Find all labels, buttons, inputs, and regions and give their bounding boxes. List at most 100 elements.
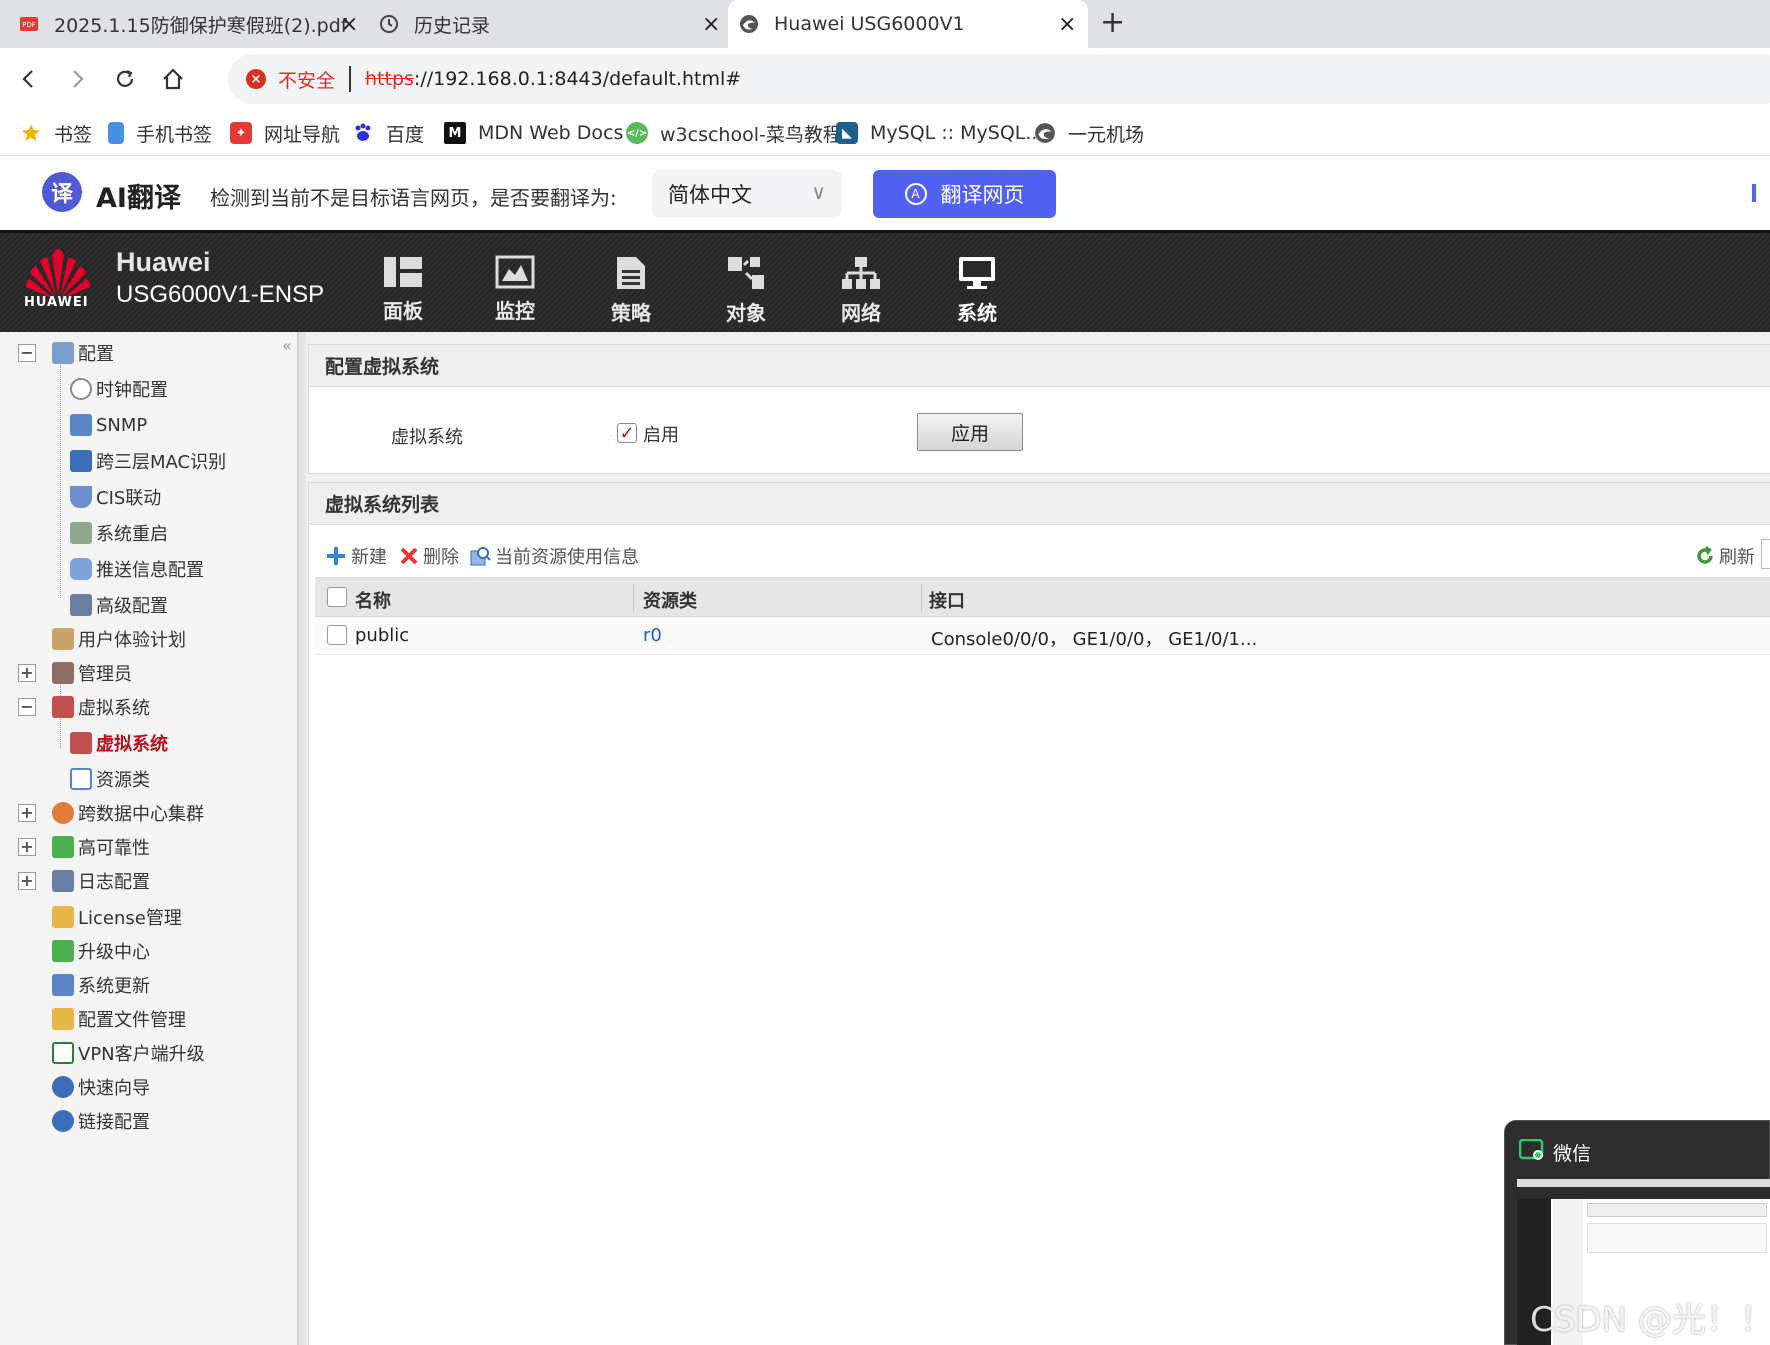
wizard-icon: [52, 1076, 74, 1098]
sidebar-item-ha[interactable]: + 高可靠性: [0, 832, 150, 862]
csdn-watermark: CSDN @光！！: [1530, 1300, 1770, 1340]
bookmark-item[interactable]: </> w3cschool-菜鸟教程: [626, 118, 842, 148]
vsys-table: 名称 资源类 接口 public r0 Console0/0/0， GE1/0/…: [315, 577, 1770, 655]
nav-policy[interactable]: 策略: [596, 255, 666, 329]
sidebar-item-config[interactable]: − 配置: [0, 338, 114, 368]
bookmark-item[interactable]: 手机书签: [108, 118, 212, 148]
expand-toggle[interactable]: +: [18, 838, 36, 856]
collapse-toggle[interactable]: −: [18, 698, 36, 716]
sidebar-item-vpn[interactable]: VPN客户端升级: [52, 1038, 205, 1068]
column-header-resource[interactable]: 资源类: [643, 587, 697, 613]
apply-button[interactable]: 应用: [917, 413, 1023, 451]
page-size-control[interactable]: [1761, 539, 1770, 569]
select-all-checkbox[interactable]: [327, 587, 347, 607]
address-bar[interactable]: × 不安全 https ://192.168.0.1:8443/default.…: [228, 54, 1770, 104]
language-select[interactable]: 简体中文 ∨: [652, 170, 842, 218]
enable-checkbox[interactable]: ✓: [617, 423, 637, 444]
collapse-toggle[interactable]: −: [18, 344, 36, 362]
edge-icon: [1034, 122, 1056, 144]
insecure-label[interactable]: 不安全: [278, 66, 335, 93]
sidebar-item-label: 推送信息配置: [96, 560, 204, 581]
cell-resource-link[interactable]: r0: [643, 625, 662, 646]
expand-toggle[interactable]: +: [18, 664, 36, 682]
sidebar-item-label: 时钟配置: [96, 380, 168, 401]
home-button[interactable]: [154, 60, 192, 98]
bookmark-item[interactable]: 书签: [20, 118, 92, 148]
delete-button[interactable]: 删除: [399, 543, 459, 569]
add-icon: [325, 545, 347, 567]
sidebar-item-update[interactable]: 系统更新: [52, 970, 150, 1000]
nav-object[interactable]: 对象: [711, 255, 781, 329]
refresh-button[interactable]: 刷新: [1695, 543, 1755, 569]
column-header-name[interactable]: 名称: [355, 587, 391, 613]
back-button[interactable]: [10, 60, 48, 98]
new-label: 新建: [351, 547, 387, 568]
nav-dashboard[interactable]: 面板: [368, 255, 438, 329]
sidebar-item-restart[interactable]: 系统重启: [70, 518, 168, 548]
sidebar-item-cluster[interactable]: + 跨数据中心集群: [0, 798, 204, 828]
sidebar-item-mac[interactable]: 跨三层MAC识别: [70, 446, 226, 476]
expand-toggle[interactable]: +: [18, 804, 36, 822]
link-icon: [52, 1110, 74, 1132]
nav-system[interactable]: 系统: [942, 255, 1012, 329]
ha-icon: [52, 836, 74, 858]
nav-network[interactable]: 网络: [826, 255, 896, 329]
sidebar-item-label: 高可靠性: [78, 838, 150, 859]
tab-huawei[interactable]: Huawei USG6000V1 ×: [728, 0, 1088, 48]
close-icon[interactable]: ×: [340, 12, 358, 37]
arrow-left-icon: [22, 70, 33, 88]
bookmark-item[interactable]: ◣ MySQL :: MySQL...: [836, 118, 1043, 148]
sidebar-item-log[interactable]: + 日志配置: [0, 866, 150, 896]
column-header-interface[interactable]: 接口: [929, 587, 965, 613]
sidebar-item-upgrade[interactable]: 升级中心: [52, 936, 150, 966]
monitor-icon: [70, 450, 92, 472]
sidebar-item-vsys[interactable]: 虚拟系统: [70, 728, 168, 758]
bookmark-item[interactable]: ✦ 网址导航: [230, 118, 340, 148]
sidebar-item-link[interactable]: 链接配置: [52, 1106, 150, 1136]
table-row[interactable]: public r0 Console0/0/0， GE1/0/0， GE1/0/1…: [315, 617, 1770, 655]
url-text: ://192.168.0.1:8443/default.html#: [413, 68, 742, 90]
shield-icon: [70, 486, 92, 508]
nav-monitor[interactable]: 监控: [480, 255, 550, 329]
sidebar-item-config-file[interactable]: 配置文件管理: [52, 1004, 186, 1034]
reload-button[interactable]: [106, 60, 144, 98]
collapse-sidebar-icon[interactable]: «: [282, 336, 292, 355]
sidebar-item-push[interactable]: 推送信息配置: [70, 554, 204, 584]
sidebar-item-vsys-group[interactable]: − 虚拟系统: [0, 692, 150, 722]
new-tab-button[interactable]: +: [1100, 8, 1125, 38]
bookmark-item[interactable]: 百度: [352, 118, 424, 148]
translate-page-button[interactable]: A 翻译网页: [873, 170, 1056, 218]
user-plan-icon: [52, 628, 74, 650]
sidebar-item-admin[interactable]: + 管理员: [0, 658, 132, 688]
bookmark-item[interactable]: M MDN Web Docs: [444, 118, 623, 148]
bookmark-label: MySQL :: MySQL...: [870, 122, 1044, 144]
update-icon: [52, 974, 74, 996]
column-separator[interactable]: [633, 584, 634, 612]
usage-button[interactable]: 当前资源使用信息: [469, 543, 639, 569]
sidebar-item-label: 链接配置: [78, 1112, 150, 1133]
sidebar-item-resource[interactable]: 资源类: [70, 764, 150, 794]
phone-icon: [108, 122, 124, 144]
monitor-icon: [495, 255, 535, 289]
close-icon[interactable]: ×: [1058, 12, 1076, 37]
sidebar-item-label: 日志配置: [78, 872, 150, 893]
column-separator[interactable]: [921, 584, 922, 612]
sidebar-item-clock[interactable]: 时钟配置: [70, 374, 168, 404]
sidebar-item-ux[interactable]: 用户体验计划: [52, 624, 186, 654]
sidebar-item-advanced[interactable]: 高级配置: [70, 590, 168, 620]
row-checkbox[interactable]: [327, 625, 347, 645]
close-icon[interactable]: ×: [702, 12, 720, 37]
expand-toggle[interactable]: +: [18, 872, 36, 890]
tab-pdf[interactable]: PDF 2025.1.15防御保护寒假班(2).pdf ×: [18, 0, 368, 48]
sidebar-item-wizard[interactable]: 快速向导: [52, 1072, 150, 1102]
sidebar-item-snmp[interactable]: SNMP: [70, 410, 147, 440]
refresh-label: 刷新: [1719, 547, 1755, 568]
new-button[interactable]: 新建: [325, 543, 387, 569]
tab-history[interactable]: 历史记录 ×: [378, 0, 728, 48]
sidebar-splitter[interactable]: [298, 332, 306, 1345]
forward-button[interactable]: [58, 60, 96, 98]
bookmark-item[interactable]: 一元机场: [1034, 118, 1144, 148]
log-icon: [52, 870, 74, 892]
sidebar-item-license[interactable]: License管理: [52, 902, 182, 932]
sidebar-item-cis[interactable]: CIS联动: [70, 482, 161, 512]
